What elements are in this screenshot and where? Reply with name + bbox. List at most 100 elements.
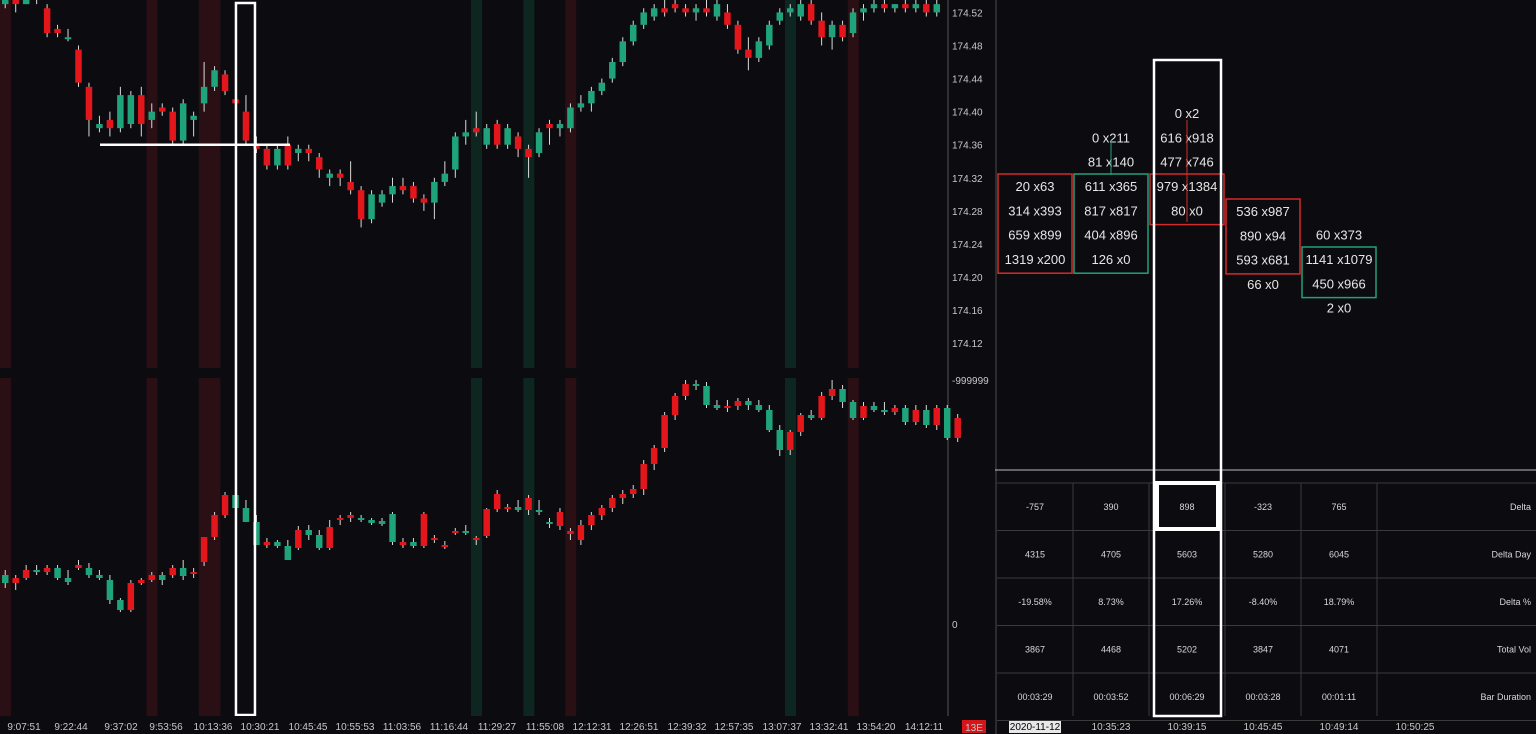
delta-candle [169, 568, 176, 575]
table-cell-duration: 00:03:52 [1093, 692, 1128, 702]
price-candle [713, 4, 721, 17]
price-candle [211, 70, 218, 87]
price-candle [169, 111, 176, 141]
price-candle [776, 12, 784, 21]
delta-candle [315, 535, 323, 548]
price-tick-label: 174.12 [952, 339, 983, 350]
price-candle [472, 128, 480, 133]
price-candle [514, 136, 522, 149]
highlight-band [0, 0, 11, 716]
table-row-label: Bar Duration [1480, 692, 1531, 702]
table-cell-total-vol: 3847 [1253, 645, 1273, 655]
footprint-cell-below: 2 x0 [1327, 301, 1352, 316]
footprint-cell: 890 x94 [1240, 228, 1286, 243]
footprint-time-label: 2020-11-12 [1010, 722, 1061, 733]
footprint-time-label: 10:49:14 [1320, 722, 1359, 733]
price-candle [881, 4, 888, 9]
delta-candle [242, 508, 250, 522]
delta-candle [158, 575, 166, 580]
delta-candle [96, 575, 103, 578]
delta-candle [410, 542, 417, 546]
delta-candle [807, 415, 815, 418]
table-cell-delta: 898 [1179, 502, 1194, 512]
table-cell-total-vol: 4071 [1329, 645, 1349, 655]
price-candle [200, 86, 208, 104]
delta-candle [336, 518, 344, 520]
price-candle [127, 95, 135, 125]
price-candle [43, 8, 51, 34]
price-candle [619, 41, 627, 63]
delta-candle [179, 568, 187, 576]
time-tick-label: 12:12:31 [573, 722, 612, 733]
price-candle [75, 49, 82, 83]
delta-candle [368, 520, 375, 523]
time-tick-label: 12:57:35 [715, 722, 754, 733]
delta-candle [12, 578, 19, 583]
price-candle [242, 111, 250, 141]
price-candle [661, 8, 668, 13]
time-tick-label: 11:16:44 [430, 722, 469, 733]
delta-candle [588, 515, 595, 525]
price-candle [64, 37, 72, 40]
time-tick-label: 12:39:32 [668, 722, 707, 733]
delta-candle [713, 405, 721, 408]
table-cell-delta: -757 [1026, 502, 1044, 512]
price-candle [703, 8, 710, 13]
price-candle [535, 132, 543, 153]
delta-candle [347, 515, 354, 518]
delta-candle [389, 514, 396, 542]
time-tick-label: 10:13:36 [194, 722, 233, 733]
delta-candle [629, 489, 637, 494]
delta-candle [305, 530, 313, 535]
footprint-panel[interactable]: 20 x63 314 x393 659 x899 1319 x200 -757 4315 -… [995, 0, 1536, 734]
price-candle [106, 119, 114, 129]
delta-candle [22, 570, 30, 578]
price-candle [724, 12, 731, 25]
price-tick-label: 174.52 [952, 8, 983, 19]
delta-candle [493, 494, 501, 509]
delta-candle [441, 545, 449, 547]
price-candle [462, 132, 470, 137]
time-tick-label: 10:30:21 [241, 722, 280, 733]
delta-candle [650, 448, 658, 464]
delta-candle [274, 542, 281, 546]
table-row-label: Delta Day [1491, 550, 1531, 560]
table-cell-delta-day: 4315 [1025, 550, 1045, 560]
price-tick-label: 174.28 [952, 207, 983, 218]
delta-candle [54, 568, 61, 578]
price-candle [912, 4, 920, 9]
delta-candle [64, 578, 72, 582]
delta-candle [399, 542, 407, 545]
delta-tick-label: -999999 [952, 376, 989, 387]
price-candle [546, 124, 553, 129]
price-tick-label: 174.32 [952, 174, 983, 185]
footprint-cell: 20 x63 [1015, 179, 1054, 194]
price-candle [891, 4, 899, 9]
delta-candle [148, 575, 156, 580]
footprint-cell: 1319 x200 [1005, 252, 1066, 267]
delta-candle [535, 510, 543, 512]
delta-candle [818, 396, 825, 418]
price-candle [221, 74, 229, 91]
delta-candle [870, 406, 878, 410]
price-candle [274, 148, 281, 166]
delta-candle [127, 583, 135, 610]
highlight-band [847, 0, 859, 716]
delta-candle [891, 408, 899, 412]
delta-candle [577, 525, 585, 540]
time-tick-label: 14:12:11 [905, 722, 944, 733]
delta-candle [221, 495, 229, 515]
price-candle [22, 0, 30, 5]
price-candle [849, 12, 857, 34]
price-candle [734, 24, 742, 50]
table-cell-duration: 00:03:29 [1017, 692, 1052, 702]
footprint-cell: 593 x681 [1236, 253, 1290, 268]
table-cell-delta-day: 4705 [1101, 550, 1121, 560]
price-tick-label: 174.24 [952, 240, 983, 251]
candlestick-chart-area[interactable]: 174.52 174.48 174.44 174.40 174.36 174.32 174.… [0, 0, 995, 734]
price-candle [326, 173, 333, 178]
delta-candle [766, 410, 773, 430]
time-tick-label: 9:37:02 [104, 722, 138, 733]
price-candle [588, 90, 595, 104]
table-cell-delta: 390 [1103, 502, 1118, 512]
